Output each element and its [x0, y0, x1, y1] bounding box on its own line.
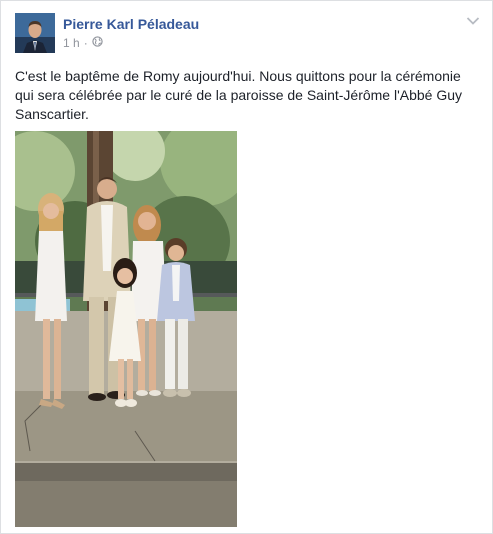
avatar[interactable] — [15, 13, 55, 53]
post-timestamp[interactable]: 1 h — [63, 36, 80, 50]
chevron-down-icon[interactable] — [466, 13, 480, 25]
post-card: Pierre Karl Péladeau 1 h · C'est le bapt… — [0, 0, 493, 534]
author-name-link[interactable]: Pierre Karl Péladeau — [63, 16, 199, 32]
meta-separator: · — [83, 36, 88, 50]
globe-icon[interactable] — [92, 36, 103, 50]
post-photo[interactable] — [15, 131, 237, 527]
post-meta: 1 h · — [63, 36, 103, 50]
post-message: C'est le baptême de Romy aujourd'hui. No… — [15, 68, 463, 122]
